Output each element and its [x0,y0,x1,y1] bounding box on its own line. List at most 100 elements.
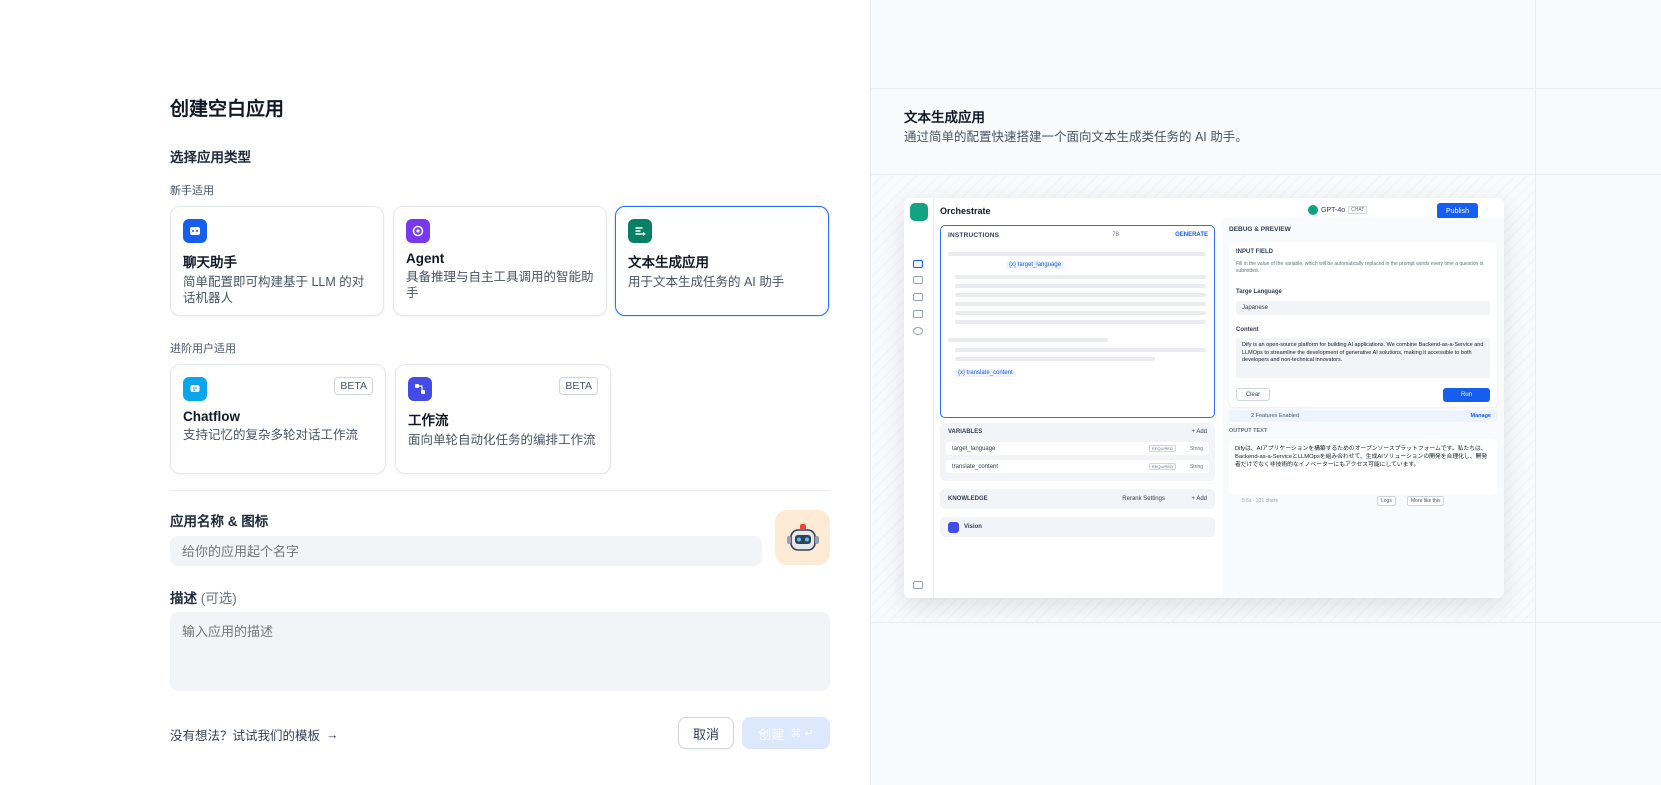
preview-logs: Logs [1377,496,1396,506]
preview-title: 文本生成应用 [904,110,985,125]
app-type-card-workflow[interactable]: BETA 工作流 面向单轮自动化任务的编排工作流 [395,364,611,474]
grid-line [1535,0,1536,785]
collapse-icon [913,581,923,589]
preview-clear-button: Clear [1236,388,1270,401]
robot-avatar-icon [786,523,819,551]
beta-badge: BETA [334,377,373,395]
preview-variables: VARIABLES + Add target_language REQUIRED… [940,423,1215,481]
preview-stats: 5.6s · 321 chars [1242,498,1278,504]
page-title: 创建空白应用 [170,99,285,120]
app-type-card-agent[interactable]: Agent 具备推理与自主工具调用的智能助手 [393,206,607,316]
beta-badge: BETA [559,377,598,395]
preview-manage: Manage [1470,413,1491,419]
preview-var-row: translate_content REQUIRED String [946,460,1209,473]
create-button[interactable]: 创建 ⌘ ↵ [742,717,830,749]
divider [170,490,830,491]
vision-icon [948,522,959,533]
preview-run-button: Run [1443,388,1490,402]
app-desc-label: 描述 (可选) [170,587,237,607]
preview-output-text: Difyは、AIアプリケーションを構築するためのオープンソースプラットフォームで… [1235,446,1488,468]
text-placeholder [948,338,1108,342]
card-desc: 简单配置即可构建基于 LLM 的对话机器人 [183,275,365,305]
preview-more: More like this [1407,496,1445,506]
app-type-card-chatbot[interactable]: 聊天助手 简单配置即可构建基于 LLM 的对话机器人 [170,206,384,316]
chatflow-icon [183,377,207,401]
annotations-icon [913,310,923,318]
orchestrate-icon [913,260,923,268]
card-name: 文本生成应用 [628,255,709,270]
app-type-preview-panel: 文本生成应用 通过简单的配置快速搭建一个面向文本生成类任务的 AI 助手。 Or… [870,0,1661,785]
preview-subtitle: 通过简单的配置快速搭建一个面向文本生成类任务的 AI 助手。 [904,130,1248,144]
workflow-icon [408,377,432,401]
text-generation-icon [628,219,652,243]
group-label-advanced: 进阶用户适用 [170,343,236,355]
text-placeholder [955,302,1206,306]
logs-icon [913,293,923,301]
create-app-panel: 创建空白应用 选择应用类型 新手适用 聊天助手 简单配置即可构建基于 LLM 的… [0,0,870,785]
text-placeholder [955,348,1206,352]
preview-content-label: Content [1236,327,1259,333]
preview-var-row: target_language REQUIRED String [946,442,1209,455]
preview-header: Orchestrate [940,206,991,216]
card-name: Chatflow [183,409,240,424]
preview-output-label: OUTPUT TEXT [1229,428,1268,434]
text-placeholder [948,252,1206,256]
try-templates-link[interactable]: 没有想法？试试我们的模板 → [170,725,339,744]
preview-target-select: Japanese [1236,301,1490,315]
text-placeholder [955,320,1206,324]
cancel-button[interactable]: 取消 [678,717,734,749]
app-name-input[interactable] [170,536,762,566]
preview-type: String [1189,463,1203,470]
preview-model-name: GPT-4o [1321,206,1346,214]
preview-instructions-title: INSTRUCTIONS [948,232,1000,239]
text-placeholder [955,275,1206,279]
optional-hint: (可选) [200,591,237,606]
preview-screenshot: Orchestrate GPT-4o CHAT Publish INSTRUCT… [904,198,1504,598]
preview-model-selector: GPT-4o CHAT [1308,203,1418,217]
preview-output: Difyは、AIアプリケーションを構築するためのオープンソースプラットフォームで… [1229,439,1497,495]
text-placeholder [955,357,1155,361]
preview-vision-title: Vision [964,524,982,530]
preview-var-name: target_language [952,445,996,452]
preview-knowledge-title: KNOWLEDGE [948,496,988,502]
app-desc-label-text: 描述 [170,591,197,606]
chat-bot-icon [183,219,207,243]
preview-debug-panel: DEBUG & PREVIEW INPUT FIELD Fill in the … [1222,218,1504,598]
grid-line [871,88,1661,89]
app-name-label: 应用名称 & 图标 [170,514,269,529]
text-placeholder [955,311,1206,315]
api-icon [913,276,923,284]
card-name: 工作流 [408,413,449,428]
monitor-icon [913,327,923,335]
preview-add: + Add [1191,496,1207,502]
preview-model-chip: CHAT [1348,206,1368,214]
card-name: 聊天助手 [183,255,237,270]
agent-icon [406,219,430,243]
preview-target-label: Targe Language [1236,289,1282,295]
card-desc: 用于文本生成任务的 AI 助手 [628,275,785,289]
arrow-right-icon: → [326,727,339,742]
shortcut-hint: ⌘ ↵ [790,727,814,740]
preview-content-text: Dify is an open-source platform for buil… [1236,338,1490,378]
preview-var-name: translate_content [952,463,999,470]
preview-debug-title: DEBUG & PREVIEW [1229,226,1291,233]
card-desc: 支持记忆的复杂多轮对话工作流 [183,428,359,442]
preview-features-bar: 2 Features Enabled Manage [1229,410,1497,422]
app-desc-textarea[interactable] [170,612,830,691]
preview-var-tag: {x} target_language [1006,261,1065,269]
choose-type-title: 选择应用类型 [170,150,251,165]
preview-instructions: INSTRUCTIONS 78 GENERATE {x} target_lang… [940,225,1215,418]
app-logo-icon [910,203,928,221]
preview-knowledge: KNOWLEDGE Rerank Settings + Add [940,489,1215,509]
preview-required: REQUIRED [1148,463,1176,470]
try-templates-text: 没有想法？试试我们的模板 [170,729,321,743]
app-icon-picker[interactable] [775,510,830,565]
preview-input-hint: Fill in the value of the variable, which… [1236,261,1484,274]
app-type-card-text-generation[interactable]: 文本生成应用 用于文本生成任务的 AI 助手 [615,206,829,316]
preview-features: 2 Features Enabled [1251,413,1300,419]
preview-add: + Add [1191,429,1207,435]
app-type-card-chatflow[interactable]: BETA Chatflow 支持记忆的复杂多轮对话工作流 [170,364,386,474]
preview-var-tag: {x} translate_content [955,369,1016,377]
preview-instr-count: 78 [1112,232,1119,238]
card-desc: 面向单轮自动化任务的编排工作流 [408,433,596,447]
